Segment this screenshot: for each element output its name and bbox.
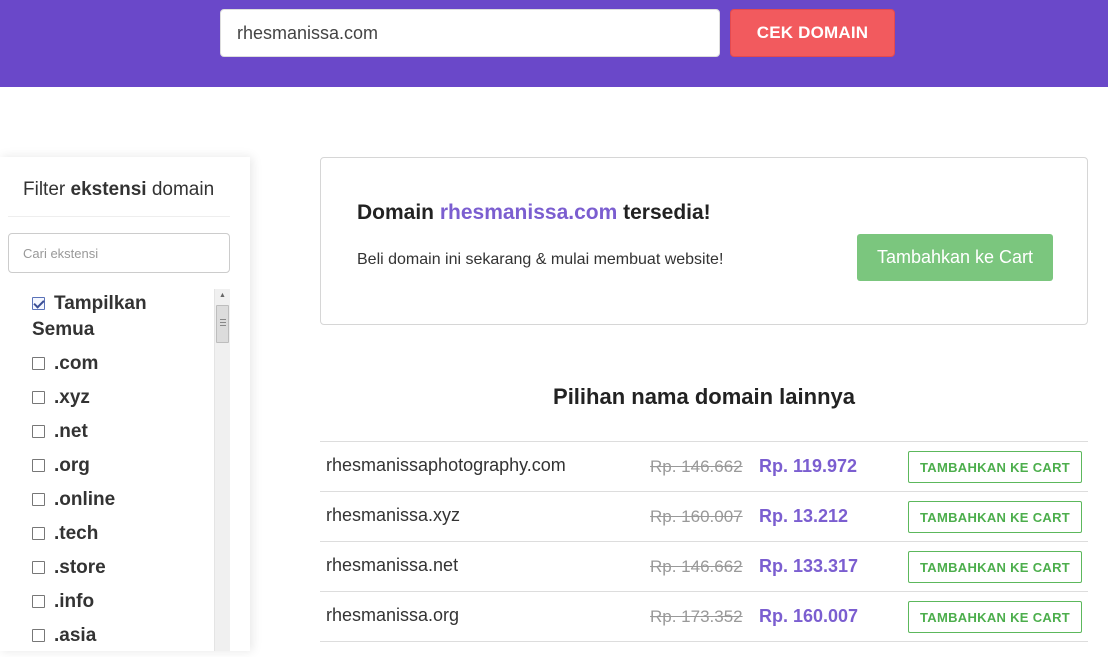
extension-label: .net (54, 421, 88, 442)
alternatives-heading: Pilihan nama domain lainnya (553, 384, 855, 409)
result-domain-name: rhesmanissa.com (439, 201, 618, 224)
extension-label: .store (54, 557, 106, 578)
extension-item-net[interactable]: .net (32, 419, 212, 453)
domain-row: rhesmanissaphotography.com Rp. 146.662 R… (320, 442, 1088, 492)
extension-item-asia[interactable]: .asia (32, 623, 212, 657)
checkbox[interactable] (32, 493, 45, 506)
domain-name: rhesmanissaphotography.com (326, 455, 566, 475)
alternatives-list: rhesmanissaphotography.com Rp. 146.662 R… (320, 441, 1088, 642)
extension-label: .xyz (54, 387, 90, 408)
extension-label: .org (54, 455, 90, 476)
checkbox[interactable] (32, 561, 45, 574)
scroll-up-arrow-icon[interactable]: ▲ (215, 289, 230, 303)
domain-row: rhesmanissa.xyz Rp. 160.007 Rp. 13.212 T… (320, 492, 1088, 542)
cek-domain-button[interactable]: CEK DOMAIN (730, 9, 895, 57)
filter-title: Filter ekstensi domain (23, 179, 215, 200)
domain-row: rhesmanissa.net Rp. 146.662 Rp. 133.317 … (320, 542, 1088, 592)
checkbox[interactable] (32, 595, 45, 608)
add-to-cart-button[interactable]: TAMBAHKAN KE CART (908, 601, 1082, 633)
extension-item-org[interactable]: .org (32, 453, 212, 487)
original-price: Rp. 160.007 (650, 507, 743, 526)
extension-item-tech[interactable]: .tech (32, 521, 212, 555)
top-search-bar: CEK DOMAIN (0, 0, 1108, 87)
result-title: Domain rhesmanissa.com tersedia! (357, 201, 711, 224)
domain-name: rhesmanissa.net (326, 555, 459, 575)
domain-row: rhesmanissa.org Rp. 173.352 Rp. 160.007 … (320, 592, 1088, 642)
original-price: Rp. 146.662 (650, 557, 743, 576)
original-price: Rp. 173.352 (650, 607, 743, 626)
extension-label: Tampilkan Semua (32, 293, 147, 340)
discount-price: Rp. 133.317 (759, 556, 859, 576)
extension-list: Tampilkan Semua .com .xyz .net .org .onl… (32, 291, 212, 657)
extension-label: .asia (54, 625, 97, 646)
extension-label: .info (54, 591, 95, 612)
checkbox[interactable] (32, 357, 45, 370)
checkbox-checked[interactable] (32, 297, 45, 310)
extension-item-all[interactable]: Tampilkan Semua (32, 291, 212, 351)
discount-price: Rp. 160.007 (759, 606, 859, 626)
add-to-cart-button[interactable]: TAMBAHKAN KE CART (908, 551, 1082, 583)
extension-label: .com (54, 353, 99, 374)
discount-price: Rp. 119.972 (759, 456, 858, 476)
domain-result-card: Domain rhesmanissa.com tersedia! Beli do… (320, 157, 1088, 325)
original-price: Rp. 146.662 (650, 457, 743, 476)
checkbox[interactable] (32, 459, 45, 472)
extension-list-scrollbar[interactable]: ▲ (214, 289, 230, 651)
grip-icon (220, 319, 226, 327)
discount-price: Rp. 13.212 (759, 506, 849, 526)
extension-label: .tech (54, 523, 99, 544)
add-to-cart-button[interactable]: TAMBAHKAN KE CART (908, 451, 1082, 483)
domain-name: rhesmanissa.org (326, 605, 460, 625)
add-to-cart-button[interactable]: TAMBAHKAN KE CART (908, 501, 1082, 533)
domain-search-input[interactable] (220, 9, 720, 57)
extension-label: .online (54, 489, 116, 510)
extension-filter-panel: Filter ekstensi domain Tampilkan Semua .… (0, 157, 250, 651)
checkbox[interactable] (32, 629, 45, 642)
add-to-cart-button[interactable]: Tambahkan ke Cart (857, 234, 1053, 281)
result-subtitle: Beli domain ini sekarang & mulai membuat… (357, 251, 724, 268)
extension-item-store[interactable]: .store (32, 555, 212, 589)
checkbox[interactable] (32, 391, 45, 404)
scrollbar-thumb[interactable] (216, 305, 229, 343)
extension-search-input[interactable] (8, 233, 230, 273)
extension-item-xyz[interactable]: .xyz (32, 385, 212, 419)
extension-item-com[interactable]: .com (32, 351, 212, 385)
divider (8, 216, 230, 217)
extension-item-info[interactable]: .info (32, 589, 212, 623)
checkbox[interactable] (32, 527, 45, 540)
checkbox[interactable] (32, 425, 45, 438)
domain-name: rhesmanissa.xyz (326, 505, 461, 525)
extension-item-online[interactable]: .online (32, 487, 212, 521)
